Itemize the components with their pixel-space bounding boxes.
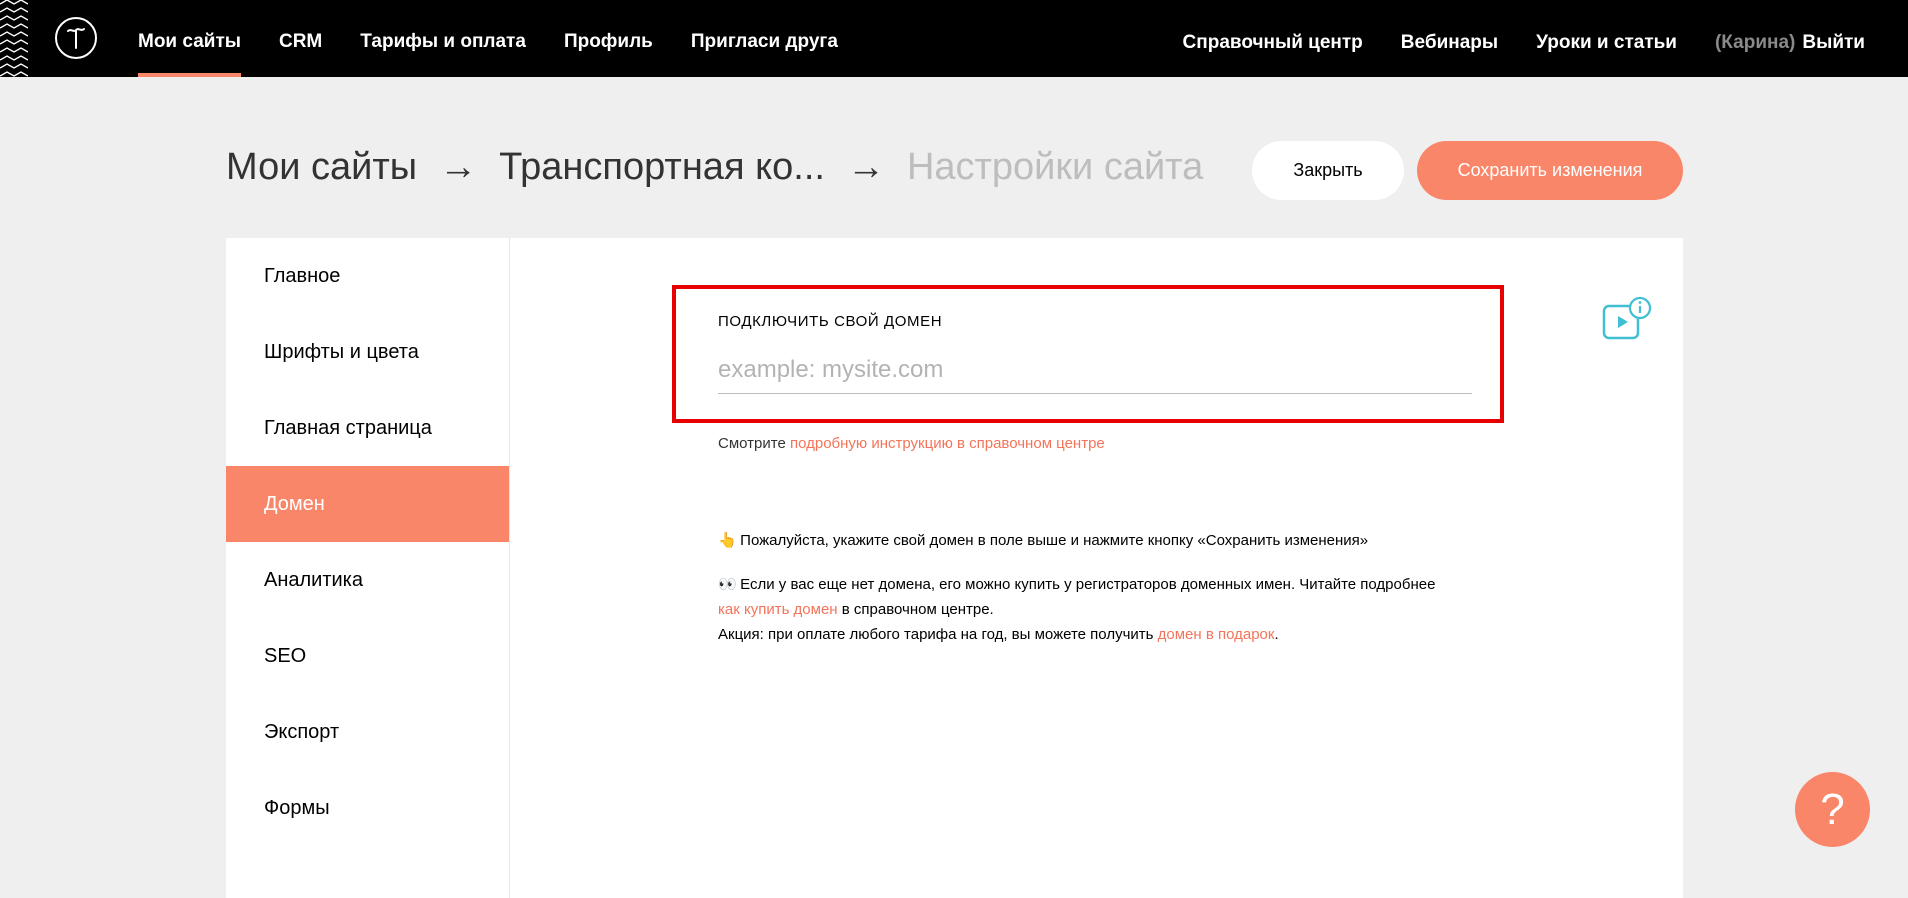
help-question-button[interactable]: ? [1795, 772, 1870, 847]
secondary-nav: Справочный центр Вебинары Уроки и статьи… [1145, 0, 1865, 77]
eyes-icon: 👀 [718, 576, 737, 593]
nav-my-sites[interactable]: Мои сайты [138, 0, 241, 77]
breadcrumb-my-sites[interactable]: Мои сайты [226, 146, 417, 189]
free-domain-link[interactable]: домен в подарок [1158, 626, 1275, 643]
domain-notes: 👆 Пожалуйста, укажите свой домен в поле … [718, 528, 1498, 666]
note-enter-domain: 👆 Пожалуйста, укажите свой домен в поле … [718, 528, 1498, 553]
breadcrumb-project[interactable]: Транспортная ко... [499, 146, 825, 189]
nav-invite-friend[interactable]: Пригласи друга [691, 0, 838, 77]
help-center-instruction-link[interactable]: подробную инструкцию в справочном центре [790, 435, 1105, 452]
domain-input[interactable] [718, 346, 1472, 394]
main-nav: Мои сайты CRM Тарифы и оплата Профиль Пр… [138, 0, 876, 77]
note-buy-domain: 👀 Если у вас еще нет домена, его можно к… [718, 572, 1498, 647]
note-promo-text: Акция: при оплате любого тарифа на год, … [718, 626, 1158, 643]
sidebar-item-export[interactable]: Экспорт [226, 694, 509, 770]
video-help-icon[interactable] [1602, 296, 1652, 342]
domain-field-label: ПОДКЛЮЧИТЬ СВОЙ ДОМЕН [718, 313, 943, 330]
breadcrumb-current-page: Настройки сайта [906, 146, 1204, 188]
note-buy-domain-text: Если у вас еще нет домена, его можно куп… [740, 576, 1436, 593]
note-enter-domain-text: Пожалуйста, укажите свой домен в поле вы… [740, 532, 1369, 549]
logout-link[interactable]: Выйти [1802, 0, 1865, 77]
tilda-logo-icon[interactable] [54, 16, 98, 60]
settings-sidebar: Главное Шрифты и цвета Главная страница … [226, 238, 510, 898]
nav-tariffs[interactable]: Тарифы и оплата [360, 0, 526, 77]
breadcrumb: Мои сайты → Транспортная ко... → Настрой… [226, 146, 1203, 189]
save-changes-button[interactable]: Сохранить изменения [1417, 141, 1683, 200]
note-promo-suffix: . [1274, 626, 1279, 643]
domain-settings-panel: ПОДКЛЮЧИТЬ СВОЙ ДОМЕН Смотрите подробную… [510, 238, 1683, 884]
nav-lessons[interactable]: Уроки и статьи [1536, 0, 1677, 77]
how-to-buy-domain-link[interactable]: как купить домен [718, 601, 838, 618]
sidebar-item-home-page[interactable]: Главная страница [226, 390, 509, 466]
sidebar-item-fonts-colors[interactable]: Шрифты и цвета [226, 314, 509, 390]
sidebar-item-analytics[interactable]: Аналитика [226, 542, 509, 618]
breadcrumb-arrow-icon: → [846, 146, 885, 188]
sidebar-item-seo[interactable]: SEO [226, 618, 509, 694]
nav-help-center[interactable]: Справочный центр [1183, 0, 1363, 77]
zigzag-decoration-icon [0, 0, 28, 77]
user-name: (Карина) [1714, 32, 1796, 53]
nav-profile[interactable]: Профиль [564, 0, 653, 77]
top-navigation-bar: Мои сайты CRM Тарифы и оплата Профиль Пр… [0, 0, 1908, 77]
close-button[interactable]: Закрыть [1252, 141, 1404, 200]
nav-crm[interactable]: CRM [279, 0, 322, 77]
sidebar-item-forms[interactable]: Формы [226, 770, 509, 846]
domain-hint: Смотрите подробную инструкцию в справочн… [718, 435, 1105, 452]
nav-webinars[interactable]: Вебинары [1401, 0, 1498, 77]
breadcrumb-arrow-icon: → [439, 146, 478, 188]
sidebar-item-main[interactable]: Главное [226, 238, 509, 314]
hint-prefix: Смотрите [718, 435, 790, 452]
sidebar-item-domain[interactable]: Домен [226, 466, 509, 542]
note-buy-domain-suffix: в справочном центре. [837, 601, 994, 618]
pointing-hand-icon: 👆 [718, 532, 737, 549]
